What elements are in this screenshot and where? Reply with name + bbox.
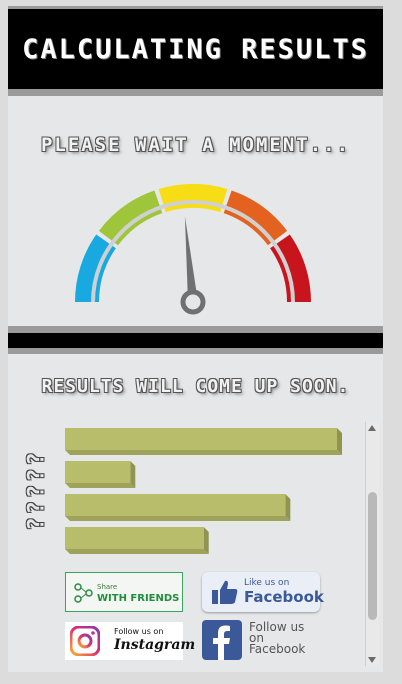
gauge-hub: [180, 289, 206, 315]
page-title: CALCULATING RESULTS: [22, 33, 369, 65]
fb-follow-label: Follow us on Facebook: [249, 620, 306, 656]
wait-message: PLEASE WAIT A MOMENT...: [40, 134, 351, 156]
facebook-icon: [202, 620, 242, 660]
share-with-friends-button[interactable]: Share WITH FRIENDS: [65, 572, 183, 612]
scroll-thumb[interactable]: [368, 492, 377, 620]
result-bar: [65, 527, 209, 554]
header-bar: CALCULATING RESULTS: [8, 6, 383, 96]
instagram-follow-button[interactable]: Follow us on Instagram: [65, 622, 195, 660]
thumbs-up-icon: [212, 580, 238, 604]
facebook-follow-button[interactable]: Follow us on Facebook: [202, 620, 322, 662]
instagram-small-label: Follow us on: [114, 627, 164, 636]
share-small-label: Share: [97, 583, 118, 591]
gauge-needle: [184, 216, 198, 303]
facebook-like-button[interactable]: Like us on Facebook: [202, 572, 324, 612]
scroll-up-arrow[interactable]: [368, 425, 376, 431]
gauge-segment: [223, 190, 288, 246]
results-vertical-label: ?????: [24, 449, 50, 531]
results-soon-message: RESULTS WILL COME UP SOON.: [41, 376, 350, 397]
share-icon: [74, 583, 93, 603]
result-bar: [65, 494, 291, 521]
instagram-icon: [70, 626, 100, 656]
share-big-label: WITH FRIENDS: [97, 593, 180, 604]
gauge-segment: [98, 190, 163, 246]
results-bars: [65, 428, 355, 558]
scroll-down-arrow[interactable]: [368, 657, 376, 663]
instagram-big-label: Instagram: [114, 637, 196, 653]
results-scrollbar[interactable]: [365, 422, 379, 666]
result-bar: [65, 428, 342, 455]
gauge-segment: [158, 184, 228, 213]
progress-gauge: [75, 184, 311, 315]
result-bar: [65, 461, 136, 488]
fb-like-small-label: Like us on: [244, 578, 290, 588]
fb-like-big-label: Facebook: [244, 588, 324, 606]
divider-bar: [8, 326, 383, 354]
